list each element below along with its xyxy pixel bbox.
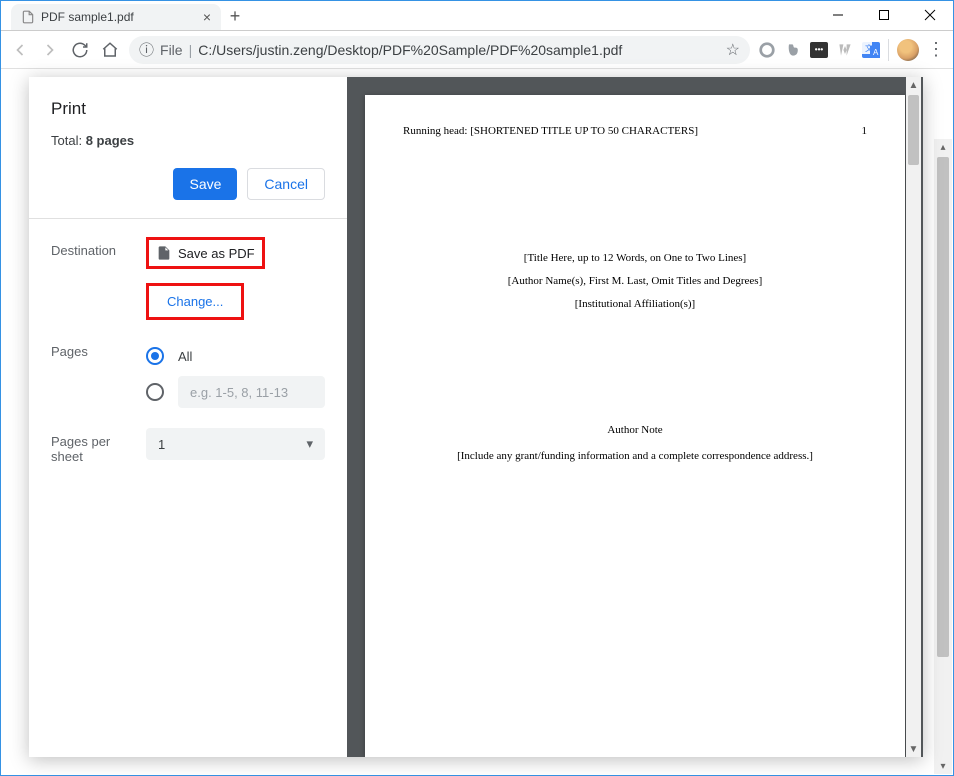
svg-text:A: A — [873, 48, 879, 57]
new-tab-button[interactable]: + — [221, 2, 249, 30]
page-number: 1 — [862, 125, 868, 137]
back-button[interactable] — [9, 39, 31, 61]
window-controls — [815, 0, 953, 30]
save-button[interactable]: Save — [173, 168, 237, 200]
extension-icon-translate[interactable]: 文A — [862, 42, 880, 58]
pages-per-sheet-label: Pages persheet — [51, 428, 146, 464]
pages-all-label: All — [178, 349, 192, 364]
page-scrollbar[interactable]: ▴ ▾ — [934, 139, 952, 774]
author-note-heading: Author Note — [403, 424, 867, 436]
svg-text:文: 文 — [865, 43, 873, 53]
destination-value[interactable]: Save as PDF — [146, 237, 265, 269]
pages-label: Pages — [51, 338, 146, 410]
destination-label: Destination — [51, 237, 146, 320]
cancel-button[interactable]: Cancel — [247, 168, 325, 200]
pdf-file-icon — [156, 245, 172, 261]
pages-per-sheet-value: 1 — [158, 437, 165, 452]
file-icon — [21, 10, 35, 24]
browser-tab[interactable]: PDF sample1.pdf × — [11, 4, 221, 30]
scroll-down-icon[interactable]: ▼ — [906, 741, 921, 757]
doc-title: [Title Here, up to 12 Words, on One to T… — [403, 247, 867, 270]
extension-icon-adobe[interactable] — [836, 41, 854, 59]
print-total-prefix: Total: — [51, 133, 86, 148]
maximize-button[interactable] — [861, 0, 907, 30]
home-button[interactable] — [99, 39, 121, 61]
preview-page: Running head: [SHORTENED TITLE UP TO 50 … — [365, 95, 905, 757]
print-total: Total: 8 pages — [51, 133, 325, 148]
url-path: C:/Users/justin.zeng/Desktop/PDF%20Sampl… — [198, 42, 622, 58]
pages-per-sheet-select[interactable]: 1 ▾ — [146, 428, 325, 460]
running-head: Running head: [SHORTENED TITLE UP TO 50 … — [403, 125, 698, 137]
pages-range-placeholder: e.g. 1-5, 8, 11-13 — [190, 385, 288, 400]
chevron-down-icon: ▾ — [306, 436, 313, 452]
separator — [888, 39, 889, 61]
browser-menu-button[interactable]: ⋮ — [927, 46, 945, 53]
author-note-body: [Include any grant/funding information a… — [403, 450, 867, 462]
extension-icon-evernote[interactable] — [784, 41, 802, 59]
print-title: Print — [51, 99, 325, 119]
content-area: Print Total: 8 pages Save Cancel Destina… — [1, 69, 953, 775]
doc-affiliation: [Institutional Affiliation(s)] — [403, 293, 867, 316]
preview-scrollbar[interactable]: ▲ ▼ — [906, 77, 921, 757]
close-window-button[interactable] — [907, 0, 953, 30]
scroll-thumb[interactable] — [937, 157, 949, 657]
profile-avatar[interactable] — [897, 39, 919, 61]
forward-button[interactable] — [39, 39, 61, 61]
pages-all-radio[interactable] — [146, 347, 164, 365]
change-destination-button[interactable]: Change... — [146, 283, 244, 320]
tab-title: PDF sample1.pdf — [41, 10, 134, 24]
bookmark-star-icon[interactable]: ☆ — [726, 40, 740, 60]
minimize-button[interactable] — [815, 0, 861, 30]
print-total-value: 8 pages — [86, 133, 134, 148]
destination-value-text: Save as PDF — [178, 246, 255, 261]
extension-icon-circle[interactable] — [758, 41, 776, 59]
pages-range-input[interactable]: e.g. 1-5, 8, 11-13 — [178, 376, 325, 408]
url-scheme: File — [160, 42, 183, 58]
toolbar: ⓘ File | C:/Users/justin.zeng/Desktop/PD… — [1, 31, 953, 69]
scroll-down-icon[interactable]: ▾ — [934, 758, 952, 774]
print-panel: Print Total: 8 pages Save Cancel Destina… — [29, 77, 347, 757]
reload-button[interactable] — [69, 39, 91, 61]
print-dialog: Print Total: 8 pages Save Cancel Destina… — [29, 77, 923, 757]
titlebar: PDF sample1.pdf × + — [1, 1, 953, 31]
doc-author: [Author Name(s), First M. Last, Omit Tit… — [403, 270, 867, 293]
pages-range-radio[interactable] — [146, 383, 164, 401]
close-tab-icon[interactable]: × — [203, 9, 211, 25]
url-separator: | — [189, 42, 193, 58]
scroll-thumb[interactable] — [908, 95, 919, 165]
extension-icon-box[interactable]: ••• — [810, 42, 828, 58]
site-info-icon[interactable]: ⓘ — [139, 39, 154, 60]
address-bar[interactable]: ⓘ File | C:/Users/justin.zeng/Desktop/PD… — [129, 36, 750, 64]
print-preview[interactable]: Running head: [SHORTENED TITLE UP TO 50 … — [347, 77, 923, 757]
scroll-up-icon[interactable]: ▲ — [906, 77, 921, 93]
scroll-up-icon[interactable]: ▴ — [934, 139, 952, 155]
